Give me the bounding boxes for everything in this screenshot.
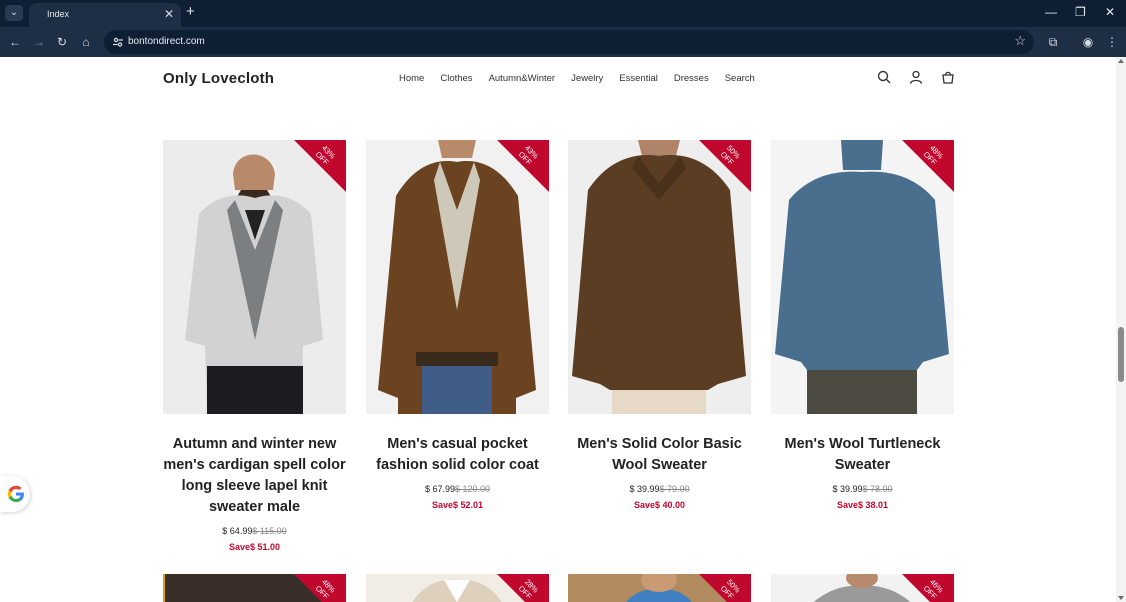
main-nav: Home Clothes Autumn&Winter Jewelry Essen… [399,73,755,84]
savings-text: Save$ 40.00 [633,500,686,510]
tab-title: Index [47,9,70,19]
google-badge[interactable] [0,476,30,512]
sale-price: $ 39.99 [629,484,660,494]
product-image[interactable]: 46% OFF [771,574,954,602]
scroll-thumb[interactable] [1118,327,1124,382]
sale-price: $ 67.99 [424,484,455,494]
original-price: $ 120.00 [454,484,491,494]
nav-home[interactable]: Home [399,73,424,84]
product-image[interactable]: 50% OFF [568,140,751,414]
close-window-icon[interactable]: ✕ [1105,5,1115,19]
product-image[interactable]: 43% OFF [366,140,549,414]
nav-essential[interactable]: Essential [619,73,658,84]
product-image[interactable]: 43% OFF [163,140,346,414]
savings-text: Save$ 38.01 [836,500,889,510]
account-icon[interactable] [909,70,923,84]
site-brand[interactable]: Only Lovecloth [163,70,274,87]
back-arrow-icon[interactable]: ← [8,35,22,49]
savings-text: Save$ 52.01 [431,500,484,510]
profile-icon[interactable]: ◉ [1080,34,1096,50]
price-line: $ 39.99$ 79.00 [568,484,751,494]
tab-search-chevron-icon[interactable]: ⌄ [5,5,23,21]
original-price: $ 78.00 [862,484,893,494]
price-line: $ 67.99$ 120.00 [366,484,549,494]
scroll-up-arrow-icon[interactable] [1118,59,1124,63]
discount-ribbon: 28% OFF [497,574,549,602]
savings-text: Save$ 51.00 [228,542,281,552]
bookmark-star-icon[interactable]: ☆ [1014,33,1026,49]
nav-dresses[interactable]: Dresses [674,73,709,84]
forward-arrow-icon[interactable]: → [32,35,46,49]
menu-kebab-icon[interactable]: ⋮ [1104,34,1120,50]
product-image[interactable]: 50% OFF [568,574,751,602]
reload-icon[interactable]: ↻ [55,35,69,49]
home-icon[interactable]: ⌂ [79,35,93,49]
nav-jewelry[interactable]: Jewelry [571,73,603,84]
sale-price: $ 39.99 [832,484,863,494]
nav-autumn-winter[interactable]: Autumn&Winter [489,73,556,84]
discount-ribbon: 43% OFF [294,140,346,192]
product-image[interactable]: 28% OFF [366,574,549,602]
scroll-down-arrow-icon[interactable] [1118,596,1124,600]
extensions-icon[interactable]: ⧉ [1045,34,1061,50]
discount-ribbon: 50% OFF [699,574,751,602]
product-title[interactable]: Men's casual pocket fashion solid color … [364,434,551,476]
discount-ribbon: 48% OFF [902,140,954,192]
product-title[interactable]: Men's Wool Turtleneck Sweater [769,434,956,476]
discount-ribbon: 43% OFF [497,140,549,192]
browser-tab[interactable]: Index ✕ [29,3,181,27]
browser-toolbar: ← → ↻ ⌂ bontondirect.com ☆ ⧉ ◉ ⋮ [0,27,1126,57]
product-image[interactable]: 48% OFF [771,140,954,414]
sale-price: $ 64.99 [222,526,253,536]
new-tab-plus-icon[interactable]: + [186,4,195,20]
nav-search[interactable]: Search [725,73,755,84]
original-price: $ 115.00 [252,526,287,536]
discount-ribbon: 50% OFF [699,140,751,192]
product-title[interactable]: Autumn and winter new men's cardigan spe… [161,434,348,518]
url-text[interactable]: bontondirect.com [128,36,205,47]
site-info-icon[interactable] [112,36,124,48]
web-page: Only Lovecloth Home Clothes Autumn&Winte… [0,57,1116,602]
page-scrollbar[interactable] [1116,57,1126,602]
google-logo-icon [7,485,24,502]
cart-bag-icon[interactable] [941,70,955,84]
browser-tab-bar: ⌄ Index ✕ + — ❐ ✕ [0,0,1126,27]
discount-ribbon: 46% OFF [902,574,954,602]
nav-clothes[interactable]: Clothes [440,73,472,84]
product-image[interactable]: 48% OFF [163,574,346,602]
product-title[interactable]: Men's Solid Color Basic Wool Sweater [566,434,753,476]
price-line: $ 39.99$ 78.00 [771,484,954,494]
search-icon[interactable] [877,70,891,84]
minimize-icon[interactable]: — [1045,5,1057,19]
restore-icon[interactable]: ❐ [1075,5,1086,19]
discount-ribbon: 48% OFF [294,574,346,602]
price-line: $ 64.99$ 115.00 [163,526,346,536]
tab-close-icon[interactable]: ✕ [164,7,174,21]
original-price: $ 79.00 [659,484,690,494]
address-bar[interactable]: bontondirect.com ☆ [104,30,1034,54]
